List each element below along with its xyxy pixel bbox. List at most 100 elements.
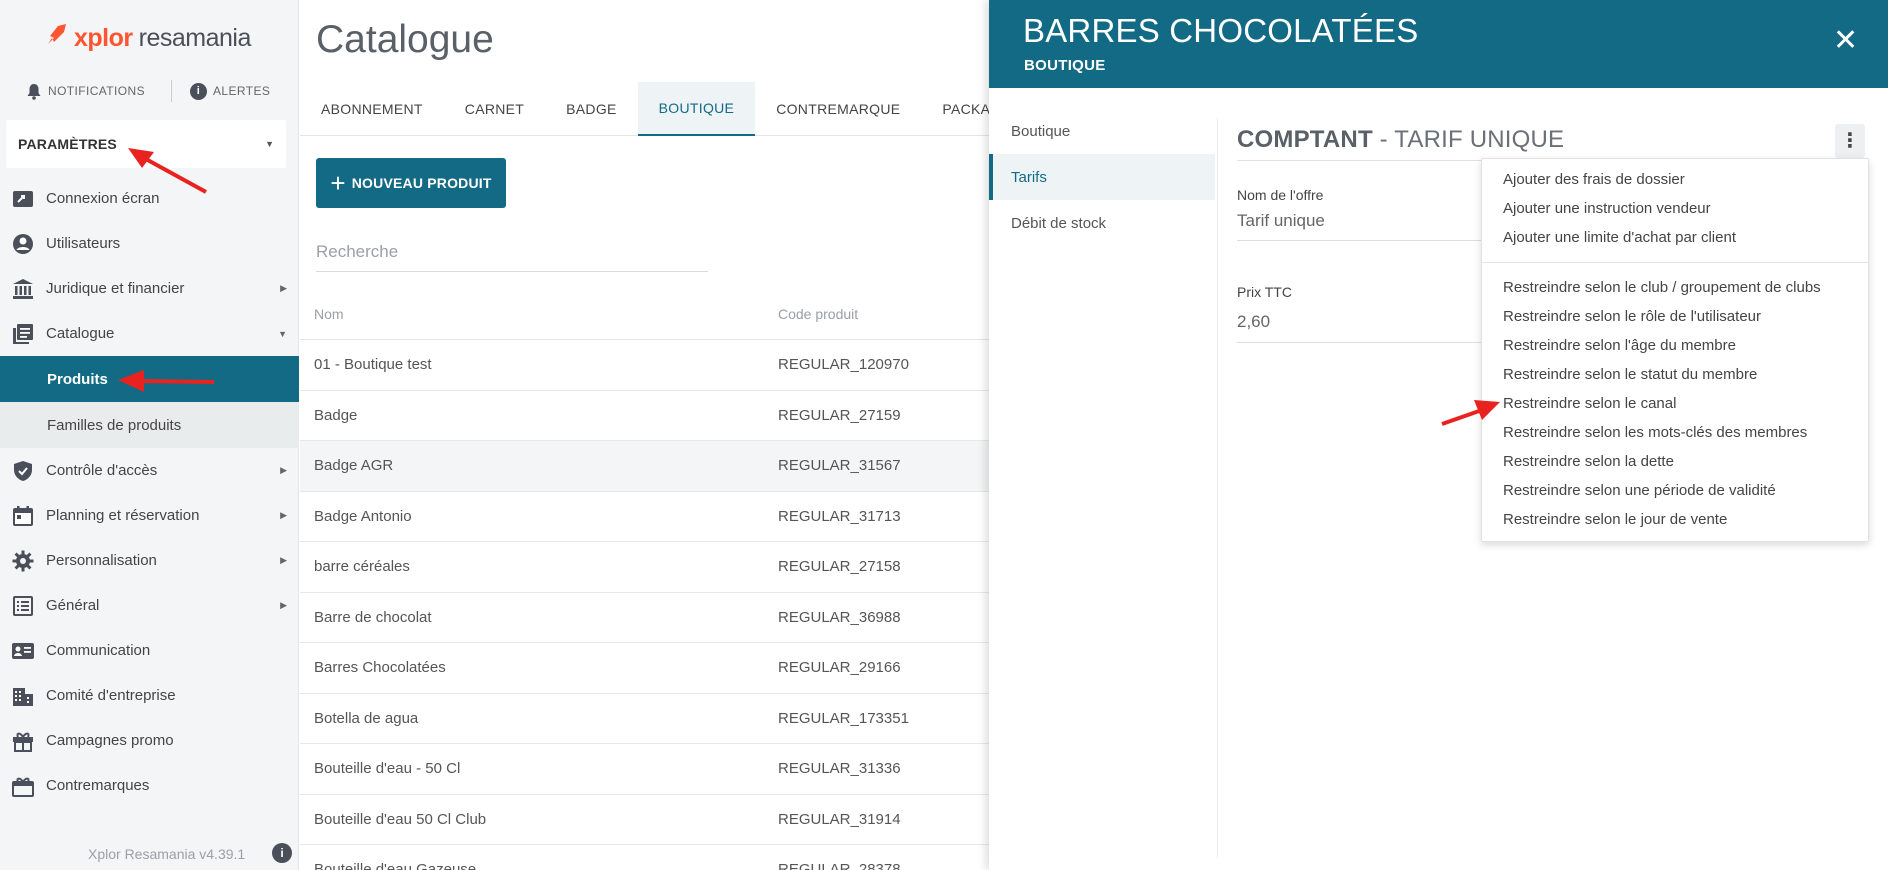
sidebar-item-label: Communication	[46, 642, 151, 659]
panel-nav-tarifs[interactable]: Tarifs	[989, 154, 1215, 200]
sidebar-item-campagnes-promo[interactable]: Campagnes promo	[0, 718, 299, 763]
row-name: Bouteille d'eau - 50 Cl	[314, 760, 461, 777]
sidebar-menu: Connexion écran Utilisateurs Juridique e…	[0, 176, 299, 808]
menu-item-restrict-club[interactable]: Restreindre selon le club / groupement d…	[1482, 273, 1868, 302]
notifications-label: NOTIFICATIONS	[48, 84, 145, 98]
sidebar-item-label: Juridique et financier	[46, 280, 185, 297]
menu-item-restrict-periode[interactable]: Restreindre selon une période de validit…	[1482, 476, 1868, 505]
parameters-dropdown[interactable]: PARAMÈTRES ▼	[6, 120, 286, 168]
column-header-code[interactable]: Code produit	[778, 306, 858, 322]
sidebar-item-contremarques[interactable]: Contremarques	[0, 763, 299, 808]
sidebar-item-personnalisation[interactable]: Personnalisation ▶	[0, 538, 299, 583]
sidebar: xplor resamania NOTIFICATIONS i ALERTES …	[0, 0, 299, 870]
calendar-icon	[10, 503, 36, 529]
panel-nav-boutique[interactable]: Boutique	[989, 108, 1215, 154]
table-row[interactable]: Botella de agua REGULAR_173351	[300, 694, 1000, 744]
row-name: Badge	[314, 406, 358, 424]
tariff-type: COMPTANT	[1237, 126, 1373, 153]
tab-contremarque[interactable]: CONTREMARQUE	[755, 82, 921, 136]
user-icon	[10, 231, 36, 257]
table-row[interactable]: Badge REGULAR_27159	[300, 391, 1000, 441]
notifications-link[interactable]: NOTIFICATIONS	[26, 83, 145, 100]
logo-rocket-icon	[44, 22, 70, 55]
table-row[interactable]: barre céréales REGULAR_27158	[300, 542, 1000, 593]
search-input[interactable]: Recherche	[316, 236, 708, 272]
logo-brand: xplor	[74, 23, 133, 52]
sidebar-item-label: Contremarques	[46, 777, 150, 794]
caret-down-icon: ▼	[278, 328, 287, 339]
ticket-icon	[10, 773, 36, 799]
table-row[interactable]: Bouteille d'eau - 50 Cl REGULAR_31336	[300, 744, 1000, 795]
logo[interactable]: xplor resamania	[44, 20, 251, 56]
sidebar-item-comite-entreprise[interactable]: Comité d'entreprise	[0, 673, 299, 718]
menu-item-frais-dossier[interactable]: Ajouter des frais de dossier	[1482, 165, 1868, 194]
tab-badge[interactable]: BADGE	[545, 82, 638, 136]
table-row[interactable]: Badge Antonio REGULAR_31713	[300, 492, 1000, 542]
row-name: Badge AGR	[314, 457, 394, 474]
menu-item-restrict-role[interactable]: Restreindre selon le rôle de l'utilisate…	[1482, 302, 1868, 331]
sidebar-item-connexion-ecran[interactable]: Connexion écran	[0, 176, 299, 221]
price-field[interactable]: 2,60	[1237, 312, 1270, 332]
tab-carnet[interactable]: CARNET	[444, 82, 545, 136]
sidebar-item-label: Produits	[47, 370, 108, 388]
list-icon	[10, 593, 36, 619]
sidebar-item-label: Comité d'entreprise	[46, 687, 176, 704]
menu-item-restrict-age[interactable]: Restreindre selon l'âge du membre	[1482, 331, 1868, 360]
parameters-label: PARAMÈTRES	[18, 136, 117, 152]
table-row[interactable]: Bouteille d'eau 50 Cl Club REGULAR_31914	[300, 795, 1000, 845]
panel-nav-debit-stock[interactable]: Débit de stock	[989, 200, 1215, 246]
menu-item-restrict-dette[interactable]: Restreindre selon la dette	[1482, 447, 1868, 476]
column-header-name[interactable]: Nom	[314, 306, 344, 322]
menu-item-restrict-statut[interactable]: Restreindre selon le statut du membre	[1482, 360, 1868, 389]
row-name: Bouteille d'eau Gazeuse	[314, 861, 477, 870]
row-code: REGULAR_31336	[778, 760, 901, 777]
menu-item-instruction-vendeur[interactable]: Ajouter une instruction vendeur	[1482, 194, 1868, 223]
row-code: REGULAR_27159	[778, 406, 901, 424]
offer-name-label: Nom de l'offre	[1237, 187, 1324, 203]
sidebar-item-label: Catalogue	[46, 325, 115, 342]
sidebar-item-label: Personnalisation	[46, 552, 157, 569]
new-product-label: NOUVEAU PRODUIT	[351, 175, 492, 191]
row-code: REGULAR_28378	[778, 861, 901, 870]
app-root: xplor resamania NOTIFICATIONS i ALERTES …	[0, 0, 1888, 870]
sidebar-item-label: Général	[46, 597, 100, 614]
menu-item-limite-achat[interactable]: Ajouter une limite d'achat par client	[1482, 223, 1868, 252]
info-icon[interactable]: i	[272, 843, 292, 863]
alerts-link[interactable]: i ALERTES	[190, 82, 270, 100]
more-options-button[interactable]: ⋮	[1835, 124, 1865, 158]
page-title: Catalogue	[316, 18, 494, 61]
sidebar-item-juridique[interactable]: Juridique et financier ▶	[0, 266, 299, 311]
menu-item-restrict-canal[interactable]: Restreindre selon le canal	[1482, 389, 1868, 418]
sidebar-item-controle-acces[interactable]: Contrôle d'accès ▶	[0, 448, 299, 493]
table-row[interactable]: Badge AGR REGULAR_31567	[300, 441, 1000, 492]
sidebar-item-label: Utilisateurs	[46, 235, 121, 252]
close-icon[interactable]: ✕	[1833, 26, 1858, 56]
table-row[interactable]: Barres Chocolatées REGULAR_29166	[300, 643, 1000, 694]
bell-icon	[27, 83, 41, 100]
sidebar-item-produits[interactable]: Produits	[0, 356, 299, 402]
table-row[interactable]: Barre de chocolat REGULAR_36988	[300, 593, 1000, 643]
tab-boutique[interactable]: BOUTIQUE	[637, 82, 756, 136]
caret-right-icon: ▶	[280, 510, 287, 520]
tab-abonnement[interactable]: ABONNEMENT	[300, 82, 444, 136]
caret-right-icon: ▶	[280, 555, 287, 565]
offer-name-field[interactable]: Tarif unique	[1237, 211, 1325, 231]
new-product-button[interactable]: + NOUVEAU PRODUIT	[316, 158, 506, 208]
sidebar-item-utilisateurs[interactable]: Utilisateurs	[0, 221, 299, 266]
menu-item-restrict-jour-vente[interactable]: Restreindre selon le jour de vente	[1482, 505, 1868, 534]
menu-divider	[1482, 262, 1868, 263]
field-underline	[1237, 342, 1492, 343]
sidebar-item-communication[interactable]: Communication	[0, 628, 299, 673]
panel-title: BARRES CHOCOLATÉES	[1023, 12, 1419, 49]
menu-item-restrict-mots-cles[interactable]: Restreindre selon les mots-clés des memb…	[1482, 418, 1868, 447]
logo-brand-secondary: resamania	[138, 23, 252, 52]
price-label: Prix TTC	[1237, 284, 1292, 300]
sidebar-item-familles-de-produits[interactable]: Familles de produits	[0, 402, 299, 448]
row-name: Barres Chocolatées	[314, 659, 446, 676]
sidebar-item-planning[interactable]: Planning et réservation ▶	[0, 493, 299, 538]
table-row[interactable]: 01 - Boutique test REGULAR_120970	[300, 340, 1000, 391]
sidebar-item-general[interactable]: Général ▶	[0, 583, 299, 628]
table-row[interactable]: Bouteille d'eau Gazeuse REGULAR_28378	[300, 845, 1000, 870]
sidebar-item-catalogue[interactable]: Catalogue ▼	[0, 311, 299, 356]
row-code: REGULAR_27158	[778, 558, 901, 575]
